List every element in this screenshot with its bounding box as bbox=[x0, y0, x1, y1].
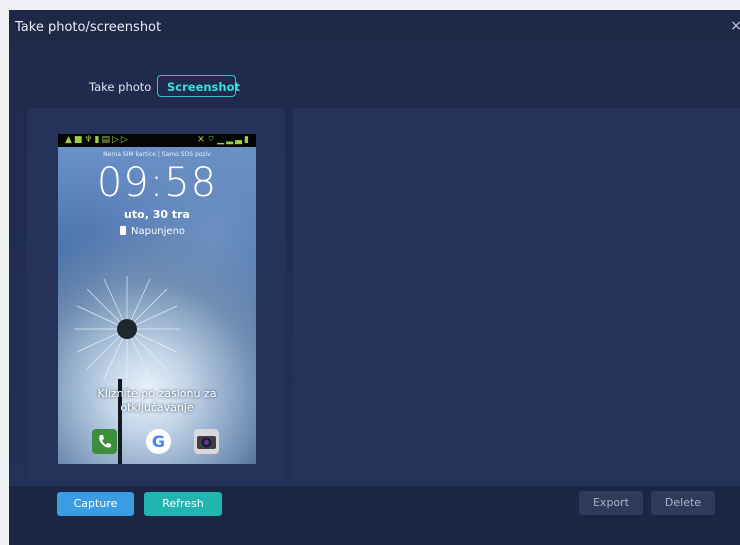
unlock-hint-line-1: Kliznite po zaslonu za bbox=[97, 387, 217, 400]
capture-button[interactable]: Capture bbox=[57, 492, 134, 516]
delete-button[interactable]: Delete bbox=[651, 491, 715, 515]
tab-take-photo[interactable]: Take photo bbox=[89, 76, 151, 98]
lockscreen-date: uto, 30 tra bbox=[124, 208, 190, 221]
battery-icon bbox=[120, 226, 126, 235]
google-app-icon: G bbox=[146, 429, 171, 454]
phone-status-bar: ▲■♆▮▤▷▷ ✕⌔▁▂▃▮ bbox=[58, 134, 256, 147]
refresh-button[interactable]: Refresh bbox=[144, 492, 222, 516]
signal-battery-icons: ✕⌔▁▂▃▮ bbox=[197, 135, 251, 145]
tab-screenshot[interactable]: Screenshot bbox=[157, 75, 240, 97]
battery-status: Napunjeno bbox=[120, 226, 185, 237]
camera-app-icon bbox=[194, 429, 219, 454]
svg-text:G: G bbox=[152, 432, 165, 451]
lockscreen-clock: 09:58 bbox=[96, 160, 218, 206]
unlock-hint: Kliznite po zaslonu za otključavanje bbox=[58, 387, 256, 415]
phone-dock: G bbox=[58, 427, 256, 459]
carrier-text: Nema SIM kartice | Samo SOS poziv bbox=[103, 151, 211, 158]
battery-status-label: Napunjeno bbox=[131, 226, 186, 237]
title-bar: Take photo/screenshot × bbox=[9, 10, 740, 46]
dandelion-wallpaper bbox=[74, 276, 180, 382]
phone-app-icon bbox=[92, 429, 117, 454]
dialog-title: Take photo/screenshot bbox=[15, 20, 162, 35]
phone-screenshot-preview: ▲■♆▮▤▷▷ ✕⌔▁▂▃▮ Nema SIM kartice | Samo S… bbox=[58, 134, 256, 464]
close-icon[interactable]: × bbox=[730, 18, 740, 34]
captures-panel bbox=[293, 108, 740, 486]
unlock-hint-line-2: otključavanje bbox=[120, 401, 194, 414]
notification-icons: ▲■♆▮▤▷▷ bbox=[65, 135, 130, 145]
export-button[interactable]: Export bbox=[579, 491, 643, 515]
